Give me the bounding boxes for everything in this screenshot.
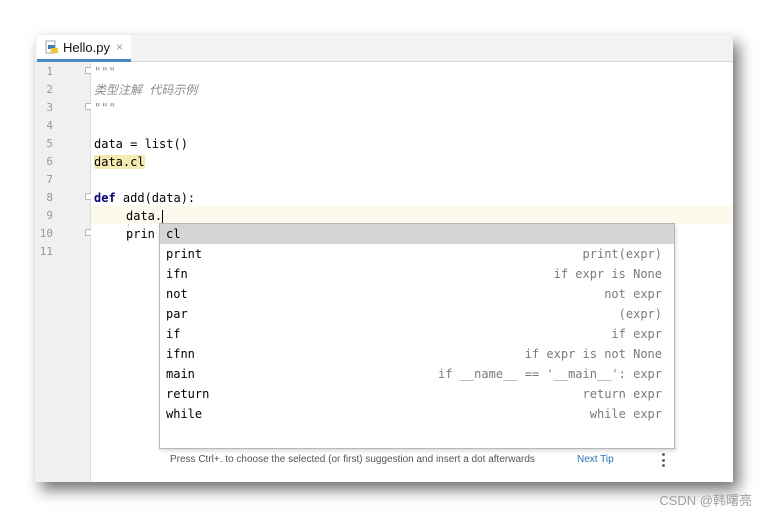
completion-key: not [166, 287, 188, 301]
code-line-5: data = list() [94, 137, 188, 151]
code-line-6: data.cl [94, 153, 145, 171]
code-line-10: prin [126, 227, 155, 241]
completion-tail: print(expr) [582, 247, 662, 261]
completion-key: print [166, 247, 203, 261]
completion-item[interactable]: print print(expr) [160, 244, 674, 264]
text-cursor [162, 209, 164, 224]
completion-item[interactable]: if if expr [160, 324, 674, 344]
line-number: 5 [46, 137, 53, 150]
tab-hello-py[interactable]: Hello.py × [37, 35, 131, 62]
completion-tail: return expr [582, 387, 662, 401]
line-number: 10 [39, 227, 53, 240]
next-tip-link[interactable]: Next Tip [577, 448, 614, 472]
code-line-8: def add(data): [94, 189, 195, 207]
code-line-3: """ [94, 101, 116, 115]
completion-key: if [166, 327, 181, 341]
more-options-icon[interactable] [662, 453, 665, 467]
line-number: 9 [46, 209, 53, 222]
completion-key: return [166, 387, 210, 401]
line-number: 4 [46, 119, 53, 132]
completion-key: cl [166, 227, 181, 241]
line-number: 1 [46, 65, 53, 78]
line-number: 3 [46, 101, 53, 114]
unresolved-reference-highlight: data.cl [94, 155, 145, 169]
completion-footer: Press Ctrl+. to choose the selected (or … [160, 448, 674, 472]
completion-tail: while expr [589, 407, 662, 421]
completion-item[interactable]: ifnn if expr is not None [160, 344, 674, 364]
line-number-gutter: 1 2 3 4 5 6 7 8 9 10 11 [35, 62, 92, 482]
completion-key: while [166, 407, 203, 421]
line-number: 8 [46, 191, 53, 204]
function-signature: add(data): [115, 191, 196, 205]
completion-item[interactable]: cl [160, 224, 674, 244]
completion-item[interactable]: while while expr [160, 404, 674, 424]
completion-item[interactable]: not not expr [160, 284, 674, 304]
line-number: 11 [39, 245, 53, 258]
line-number: 6 [46, 155, 53, 168]
python-file-icon [45, 40, 59, 54]
editor-tab-bar: Hello.py × [35, 35, 733, 62]
completion-item[interactable]: ifn if expr is None [160, 264, 674, 284]
line-number: 7 [46, 173, 53, 186]
code-line-1: """ [94, 65, 116, 79]
code-line-9-text: data. [126, 209, 163, 223]
close-icon[interactable]: × [116, 40, 123, 54]
code-line-9: data. [126, 207, 164, 225]
completion-popup: cl print print(expr) ifn if expr is None… [159, 223, 675, 467]
current-line-highlight [91, 206, 733, 224]
completion-tail: if expr is not None [524, 347, 662, 361]
completion-key: ifnn [166, 347, 195, 361]
ide-window: Hello.py × 1 2 3 4 5 6 7 8 9 10 11 """ 类… [35, 35, 733, 482]
completion-tail: if __name__ == '__main__': expr [438, 367, 662, 381]
watermark: CSDN @韩曙亮 [659, 493, 752, 508]
completion-tail: if expr is None [553, 267, 662, 281]
completion-item[interactable]: main if __name__ == '__main__': expr [160, 364, 674, 384]
completion-key: ifn [166, 267, 188, 281]
line-number: 2 [46, 83, 53, 96]
completion-hint-text: Press Ctrl+. to choose the selected (or … [170, 454, 535, 465]
keyword-def: def [94, 191, 116, 205]
code-line-2: 类型注解 代码示例 [94, 83, 198, 97]
completion-key: par [166, 307, 188, 321]
completion-item[interactable]: return return expr [160, 384, 674, 404]
completion-tail: not expr [604, 287, 662, 301]
completion-tail: (expr) [618, 307, 662, 321]
tab-title: Hello.py [63, 39, 110, 55]
completion-item[interactable]: par (expr) [160, 304, 674, 324]
completion-key: main [166, 367, 195, 381]
completion-tail: if expr [611, 327, 662, 341]
